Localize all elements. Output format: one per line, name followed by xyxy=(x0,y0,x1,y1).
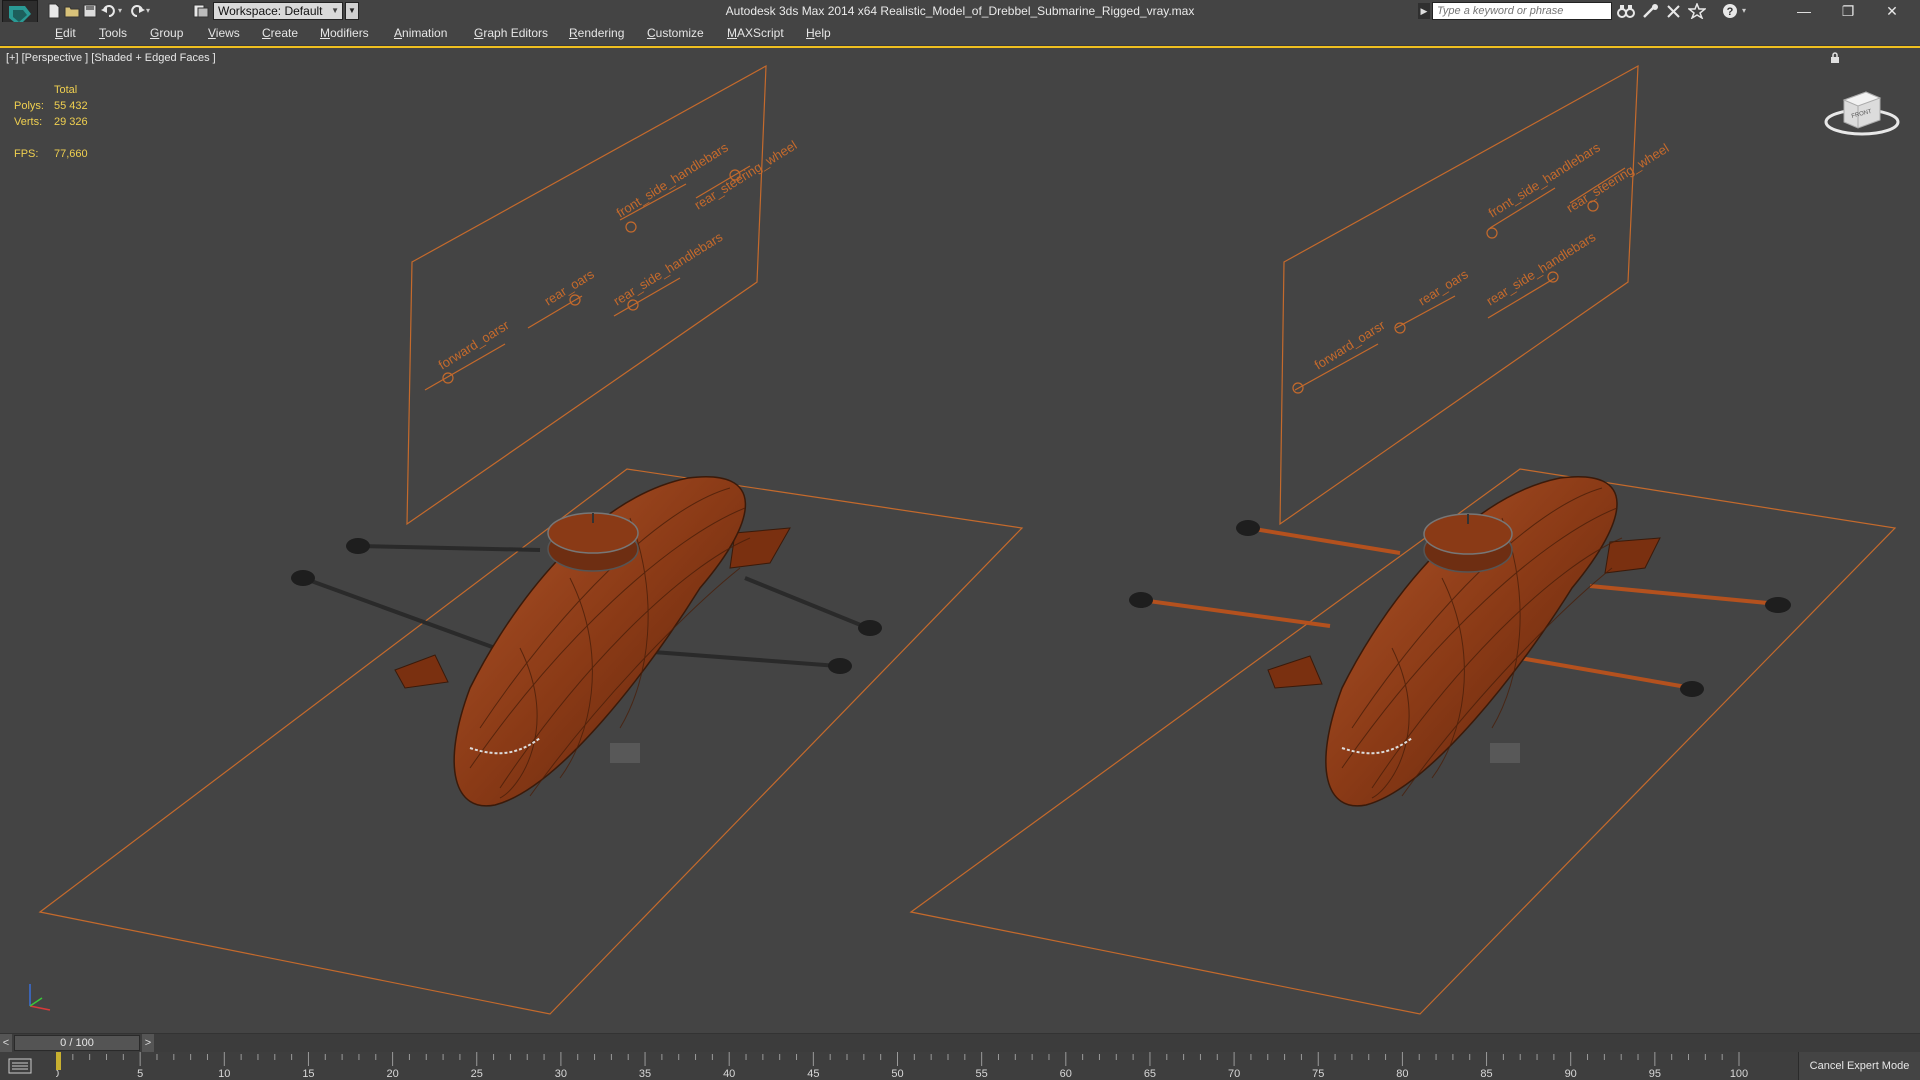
perspective-viewport[interactable]: forward_oarsr rear_oars front_side_handl… xyxy=(0,46,1920,1034)
axis-tripod-icon xyxy=(29,984,51,1011)
timeline-tick-label: 50 xyxy=(891,1068,903,1080)
favorites-star-icon[interactable] xyxy=(1686,1,1708,20)
open-file-icon[interactable] xyxy=(64,3,82,19)
submarine-hull-left[interactable] xyxy=(394,476,791,807)
search-expand-icon[interactable]: ▶ xyxy=(1418,3,1430,19)
minimize-button[interactable]: — xyxy=(1782,0,1826,22)
rig-label-rear-side-handlebars: rear_side_handlebars xyxy=(611,229,726,309)
menu-modifiers[interactable]: Modifiers xyxy=(320,26,369,40)
timeline-tick-label: 45 xyxy=(807,1068,819,1080)
menu-bar: Edit Tools Group Views Create Modifiers … xyxy=(0,22,1920,46)
stats-verts-label: Verts: xyxy=(14,116,43,128)
rig-control-panel-right[interactable] xyxy=(1279,64,1639,526)
binoculars-icon[interactable] xyxy=(1617,3,1635,19)
next-frame-button[interactable]: > xyxy=(142,1034,154,1052)
menu-customize[interactable]: Customize xyxy=(647,26,704,40)
cancel-expert-mode-button[interactable]: Cancel Expert Mode xyxy=(1798,1052,1920,1080)
timeline-tick-label: 30 xyxy=(555,1068,567,1080)
timeline-tick-label: 5 xyxy=(137,1068,143,1080)
new-file-icon[interactable] xyxy=(46,3,64,19)
stats-total-header: Total xyxy=(54,84,78,96)
timeline-tick-label: 60 xyxy=(1060,1068,1072,1080)
timeline-tick-label: 95 xyxy=(1649,1068,1661,1080)
rig-label-rear-oars: rear_oars xyxy=(542,266,598,308)
timeline-tick-label: 90 xyxy=(1565,1068,1577,1080)
stats-fps-label: FPS: xyxy=(14,148,39,160)
close-button[interactable]: ✕ xyxy=(1870,0,1914,22)
timeline-tick-label: 75 xyxy=(1312,1068,1324,1080)
rig-control-panel-left[interactable] xyxy=(406,64,767,526)
timeline-tick-label: 80 xyxy=(1396,1068,1408,1080)
stats-fps-value: 77,660 xyxy=(54,148,88,160)
timeline-tick-label: 15 xyxy=(302,1068,314,1080)
application-window: ▾ ▾ Workspace: Default ▼ ▼ Autodesk 3ds … xyxy=(0,0,1920,1080)
timeline-tick-label: 40 xyxy=(723,1068,735,1080)
timeline-tick-label: 20 xyxy=(386,1068,398,1080)
timeline-tick-label: 85 xyxy=(1480,1068,1492,1080)
timeline-tick-label: 70 xyxy=(1228,1068,1240,1080)
prev-frame-button[interactable]: < xyxy=(0,1034,12,1052)
menu-edit[interactable]: Edit xyxy=(55,26,76,40)
menu-animation[interactable]: Animation xyxy=(394,26,447,40)
workspace-selector[interactable]: Workspace: Default ▼ xyxy=(213,2,343,20)
communication-center-icon[interactable] xyxy=(1641,3,1659,19)
track-bar: 0510152025303540455055606570758085909510… xyxy=(0,1052,1920,1080)
timeline-tick-label: 100 xyxy=(1730,1068,1748,1080)
redo-icon[interactable] xyxy=(128,3,146,19)
submarine-hull-right[interactable] xyxy=(1267,476,1661,807)
search-input[interactable] xyxy=(1432,2,1612,20)
chevron-down-icon: ▼ xyxy=(331,6,339,15)
scene-canvas[interactable]: forward_oarsr rear_oars front_side_handl… xyxy=(0,48,1920,1033)
rig-label-forward-oars: forward_oarsr xyxy=(436,317,513,373)
current-frame-marker[interactable] xyxy=(56,1052,61,1070)
rig-label-rear-side-handlebars-right: rear_side_handlebars xyxy=(1484,229,1599,309)
menu-views[interactable]: Views xyxy=(208,26,240,40)
redo-dropdown-icon[interactable]: ▾ xyxy=(146,3,154,19)
menu-help[interactable]: Help xyxy=(806,26,831,40)
timeline-tick-label: 10 xyxy=(218,1068,230,1080)
restore-button[interactable]: ❐ xyxy=(1826,0,1870,22)
right-model-group[interactable]: forward_oarsr rear_oars front_side_handl… xyxy=(909,64,1897,1015)
time-slider-bar: < 0 / 100 > xyxy=(0,1034,1920,1052)
left-model-group[interactable]: forward_oarsr rear_oars front_side_handl… xyxy=(38,64,1024,1015)
rig-label-front-side-handlebars-right: front_side_handlebars xyxy=(1486,139,1603,220)
title-bar: ▾ ▾ Workspace: Default ▼ ▼ Autodesk 3ds … xyxy=(0,0,1920,32)
timeline-tick-label: 35 xyxy=(639,1068,651,1080)
timeline-ruler[interactable]: 0510152025303540455055606570758085909510… xyxy=(56,1052,1796,1080)
help-icon[interactable]: ? xyxy=(1722,3,1740,19)
workspace-label: Workspace: Default xyxy=(218,4,323,18)
help-dropdown-icon[interactable]: ▾ xyxy=(1742,3,1750,19)
menu-group[interactable]: Group xyxy=(150,26,183,40)
timeline-tick-label: 25 xyxy=(471,1068,483,1080)
rig-label-front-side-handlebars: front_side_handlebars xyxy=(614,139,731,220)
stats-verts-value: 29 326 xyxy=(54,116,88,128)
timeline-tick-label: 55 xyxy=(976,1068,988,1080)
menu-create[interactable]: Create xyxy=(262,26,298,40)
svg-text:?: ? xyxy=(1727,6,1734,18)
quick-access-customize-button[interactable]: ▼ xyxy=(345,2,359,20)
undo-dropdown-icon[interactable]: ▾ xyxy=(118,3,126,19)
stats-polys-value: 55 432 xyxy=(54,100,88,112)
undo-icon[interactable] xyxy=(100,3,118,19)
menu-rendering[interactable]: Rendering xyxy=(569,26,624,40)
menu-maxscript[interactable]: MAXScript xyxy=(727,26,784,40)
time-slider[interactable]: 0 / 100 xyxy=(14,1035,140,1051)
stats-polys-label: Polys: xyxy=(14,100,44,112)
mini-curve-editor-icon[interactable] xyxy=(8,1058,32,1074)
project-folder-icon[interactable] xyxy=(192,3,210,19)
viewcube-icon[interactable]: FRONT xyxy=(1822,80,1902,140)
menu-tools[interactable]: Tools xyxy=(99,26,127,40)
subscription-icon[interactable] xyxy=(1665,3,1683,19)
viewport-label-menu[interactable]: [+] [Perspective ] [Shaded + Edged Faces… xyxy=(6,52,216,64)
save-icon[interactable] xyxy=(82,3,100,19)
lock-icon[interactable] xyxy=(1830,52,1840,64)
timeline-tick-label: 65 xyxy=(1144,1068,1156,1080)
menu-graph-editors[interactable]: Graph Editors xyxy=(474,26,548,40)
